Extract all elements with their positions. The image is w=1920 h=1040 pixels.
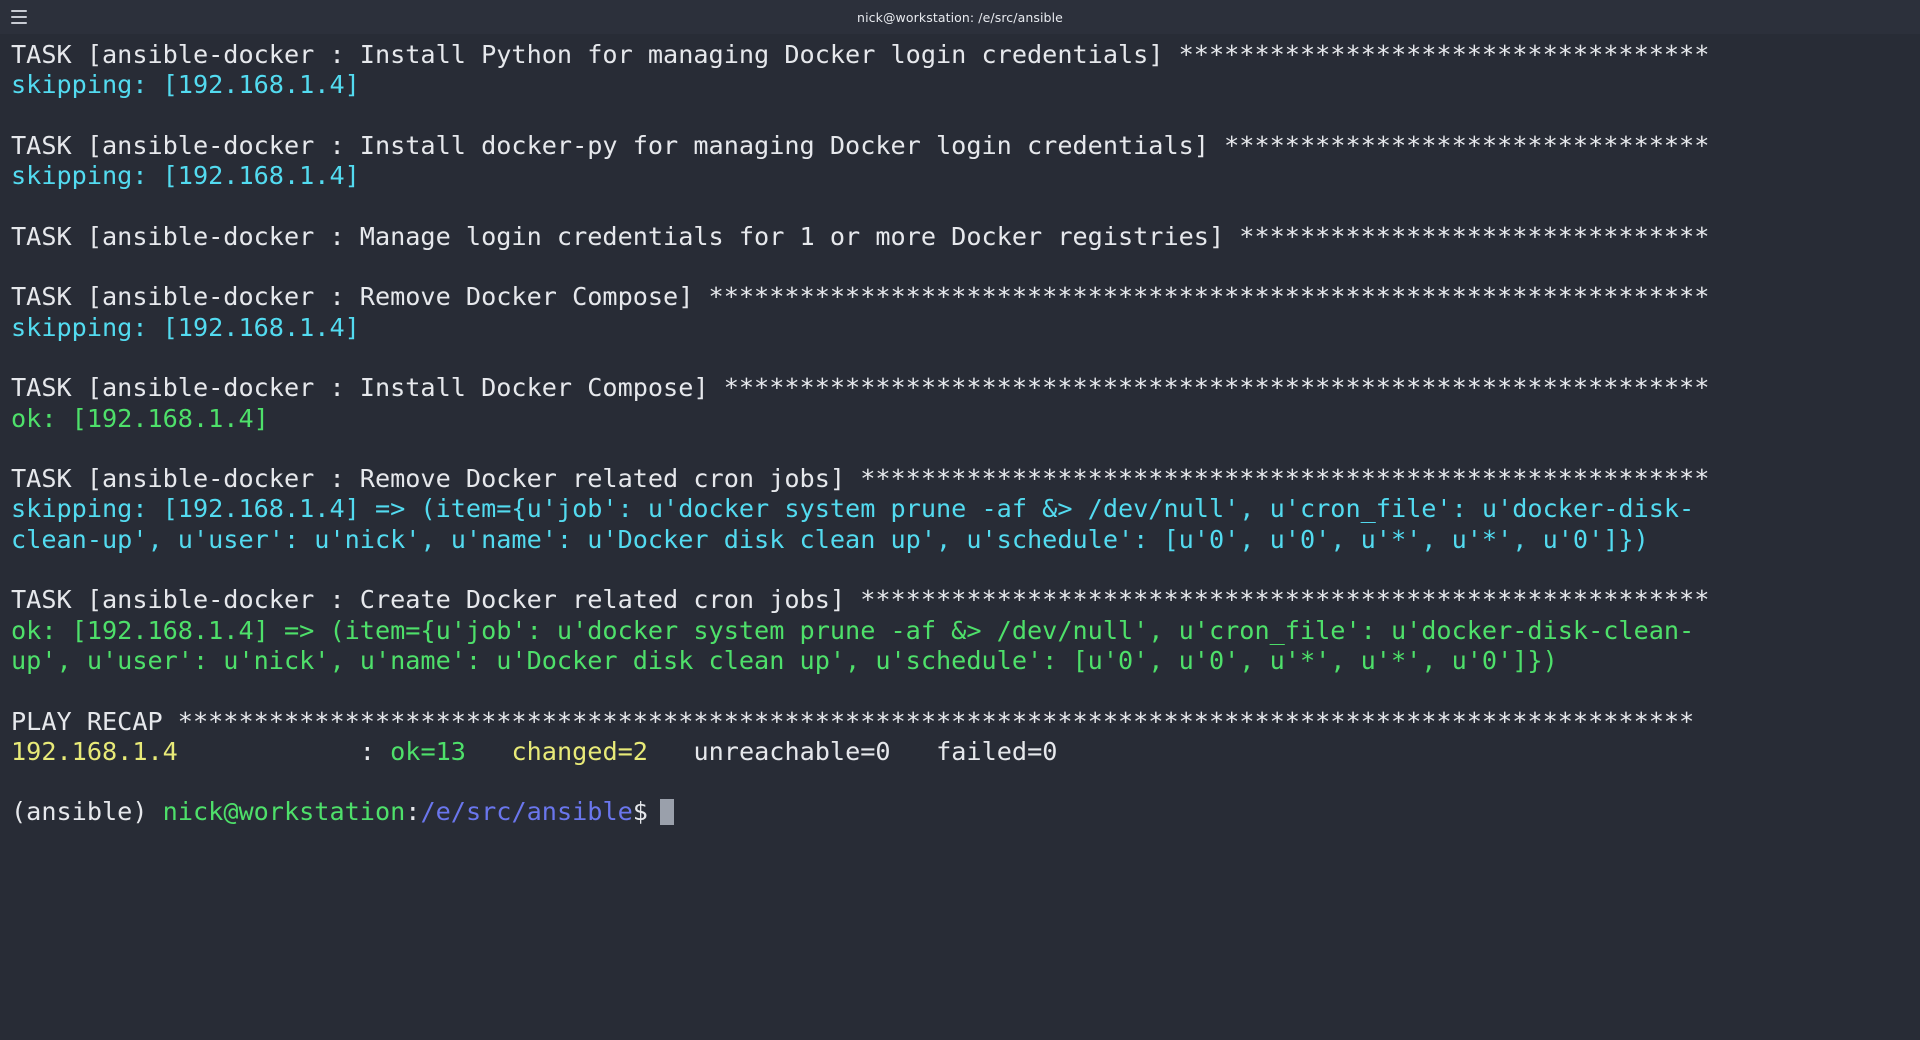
output-line: TASK [ansible-docker : Create Docker rel… xyxy=(11,585,1710,615)
output-line-blank xyxy=(11,555,1920,585)
terminal-output[interactable]: TASK [ansible-docker : Install Python fo… xyxy=(0,34,1920,1040)
title-bar: nick@workstation: /e/src/ansible xyxy=(0,0,1920,34)
shell-prompt[interactable]: (ansible) nick@workstation:/e/src/ansibl… xyxy=(11,797,1920,829)
recap-separator: : xyxy=(359,736,391,766)
output-line: clean-up', u'user': u'nick', u'name': u'… xyxy=(11,524,1649,554)
recap-gap xyxy=(648,737,694,766)
recap-gap xyxy=(891,737,937,766)
prompt-colon: : xyxy=(405,797,421,827)
output-line-blank xyxy=(11,252,1920,282)
output-line-blank xyxy=(11,101,1920,131)
output-line-blank xyxy=(11,191,1920,221)
output-line: ok: [192.168.1.4] xyxy=(11,403,269,433)
output-line: ok: [192.168.1.4] => (item={u'job': u'do… xyxy=(11,615,1695,645)
play-recap-header: PLAY RECAP *****************************… xyxy=(11,706,1695,736)
output-line-blank xyxy=(11,676,1920,706)
output-line: TASK [ansible-docker : Remove Docker rel… xyxy=(11,464,1710,494)
output-line: up', u'user': u'nick', u'name': u'Docker… xyxy=(11,645,1558,675)
recap-ok: ok=13 xyxy=(390,736,466,766)
output-line: TASK [ansible-docker : Install docker-py… xyxy=(11,130,1710,160)
prompt-dollar: $ xyxy=(632,797,648,827)
output-line-blank xyxy=(11,767,1920,797)
output-line-blank xyxy=(11,343,1920,373)
output-line: skipping: [192.168.1.4] xyxy=(11,312,360,342)
recap-changed: changed=2 xyxy=(511,736,648,766)
terminal-window: nick@workstation: /e/src/ansible TASK [a… xyxy=(0,0,1920,1040)
output-line: skipping: [192.168.1.4] xyxy=(11,161,360,191)
output-line: TASK [ansible-docker : Manage login cred… xyxy=(11,221,1710,251)
output-line: skipping: [192.168.1.4] => (item={u'job'… xyxy=(11,494,1695,524)
recap-host: 192.168.1.4 xyxy=(11,736,178,766)
play-recap-row: 192.168.1.4 : ok=13 changed=2 unreachabl… xyxy=(11,737,1920,767)
window-title: nick@workstation: /e/src/ansible xyxy=(857,9,1063,25)
output-line: skipping: [192.168.1.4] xyxy=(11,70,360,100)
recap-gap xyxy=(466,737,512,766)
hamburger-icon[interactable] xyxy=(8,9,30,25)
output-line: TASK [ansible-docker : Install Docker Co… xyxy=(11,373,1710,403)
hamburger-bar xyxy=(11,22,27,24)
terminal-lines: TASK [ansible-docker : Install Python fo… xyxy=(0,40,1920,829)
hamburger-bar xyxy=(11,16,27,18)
output-line: TASK [ansible-docker : Install Python fo… xyxy=(11,40,1710,69)
output-line: TASK [ansible-docker : Remove Docker Com… xyxy=(11,282,1710,312)
hamburger-bar xyxy=(11,10,27,12)
prompt-venv: (ansible) xyxy=(11,797,148,827)
output-line-blank xyxy=(11,434,1920,464)
prompt-path: /e/src/ansible xyxy=(420,797,633,827)
text-cursor xyxy=(659,799,674,826)
prompt-user-host: nick@workstation xyxy=(162,797,406,827)
recap-unreachable: unreachable=0 xyxy=(693,736,891,766)
recap-host-pad xyxy=(178,737,360,766)
recap-failed: failed=0 xyxy=(936,736,1058,766)
